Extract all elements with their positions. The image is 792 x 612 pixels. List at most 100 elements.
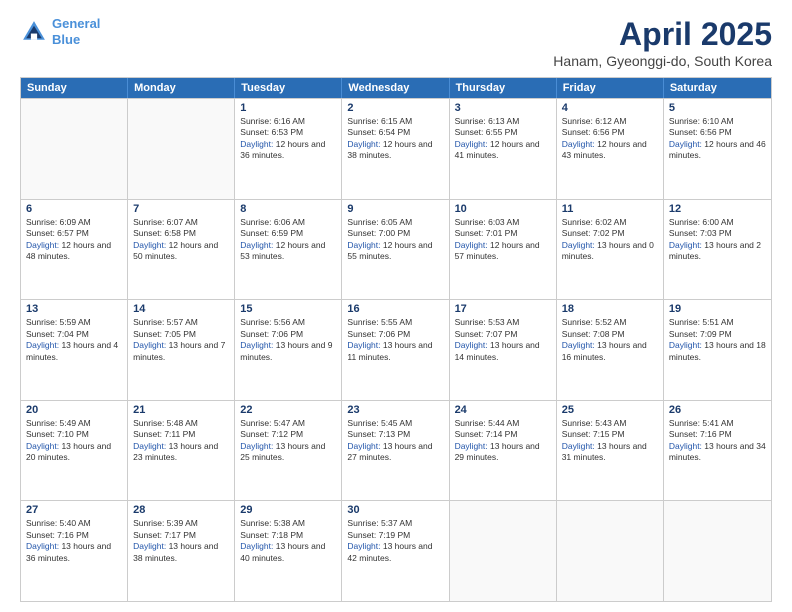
day-number: 14: [133, 303, 229, 315]
cell-info: Sunrise: 5:55 AMSunset: 7:06 PMDaylight:…: [347, 317, 443, 363]
calendar-cell: 16Sunrise: 5:55 AMSunset: 7:06 PMDayligh…: [342, 300, 449, 400]
day-number: 3: [455, 102, 551, 114]
calendar-cell: 5Sunrise: 6:10 AMSunset: 6:56 PMDaylight…: [664, 99, 771, 199]
day-number: 7: [133, 203, 229, 215]
calendar-body: 1 Sunrise: 6:16 AMSunset: 6:53 PMDaylight…: [21, 98, 771, 601]
weekday-header-sunday: Sunday: [21, 78, 128, 98]
cell-info: Sunrise: 6:07 AMSunset: 6:58 PMDaylight:…: [133, 217, 229, 263]
cell-info: Sunrise: 5:45 AMSunset: 7:13 PMDaylight:…: [347, 418, 443, 464]
calendar-cell: 29 Sunrise: 5:38 AMSunset: 7:18 PMDayligh…: [235, 501, 342, 601]
cell-info: Sunrise: 5:40 AMSunset: 7:16 PMDaylight:…: [26, 518, 122, 564]
cell-info: Sunrise: 5:48 AMSunset: 7:11 PMDaylight:…: [133, 418, 229, 464]
calendar-row-1: 1 Sunrise: 6:16 AMSunset: 6:53 PMDaylight…: [21, 98, 771, 199]
day-number: 13: [26, 303, 122, 315]
daylight-label: Daylight:: [26, 240, 59, 250]
daylight-label: Daylight:: [347, 441, 380, 451]
calendar-cell: 27 Sunrise: 5:40 AMSunset: 7:16 PMDayligh…: [21, 501, 128, 601]
daylight-label: Daylight:: [240, 240, 273, 250]
calendar-cell: 6Sunrise: 6:09 AMSunset: 6:57 PMDaylight…: [21, 200, 128, 300]
day-number: 22: [240, 404, 336, 416]
daylight-label: Daylight:: [26, 441, 59, 451]
calendar-cell: 22Sunrise: 5:47 AMSunset: 7:12 PMDayligh…: [235, 401, 342, 501]
cell-info: Sunrise: 6:10 AMSunset: 6:56 PMDaylight:…: [669, 116, 766, 162]
daylight-label: Daylight:: [240, 139, 273, 149]
daylight-label: Daylight:: [133, 240, 166, 250]
calendar-cell: 12Sunrise: 6:00 AMSunset: 7:03 PMDayligh…: [664, 200, 771, 300]
month-title: April 2025: [553, 16, 772, 53]
daylight-label: Daylight:: [455, 139, 488, 149]
day-number: 1: [240, 102, 336, 114]
logo-general: General: [52, 16, 100, 31]
day-number: 4: [562, 102, 658, 114]
calendar-cell: 15Sunrise: 5:56 AMSunset: 7:06 PMDayligh…: [235, 300, 342, 400]
day-number: 17: [455, 303, 551, 315]
daylight-label: Daylight:: [562, 240, 595, 250]
daylight-label: Daylight:: [669, 139, 702, 149]
calendar-cell: [664, 501, 771, 601]
daylight-label: Daylight:: [455, 240, 488, 250]
calendar-cell: [128, 99, 235, 199]
cell-info: Sunrise: 5:52 AMSunset: 7:08 PMDaylight:…: [562, 317, 658, 363]
day-number: 23: [347, 404, 443, 416]
cell-info: Sunrise: 6:06 AMSunset: 6:59 PMDaylight:…: [240, 217, 336, 263]
daylight-label: Daylight:: [562, 441, 595, 451]
calendar-cell: 28Sunrise: 5:39 AMSunset: 7:17 PMDayligh…: [128, 501, 235, 601]
day-number: 11: [562, 203, 658, 215]
cell-info: Sunrise: 5:41 AMSunset: 7:16 PMDaylight:…: [669, 418, 766, 464]
daylight-label: Daylight:: [133, 340, 166, 350]
calendar-cell: 13Sunrise: 5:59 AMSunset: 7:04 PMDayligh…: [21, 300, 128, 400]
cell-info: Sunrise: 5:51 AMSunset: 7:09 PMDaylight:…: [669, 317, 766, 363]
calendar-cell: 17 Sunrise: 5:53 AMSunset: 7:07 PMDayligh…: [450, 300, 557, 400]
calendar-cell: 23 Sunrise: 5:45 AMSunset: 7:13 PMDayligh…: [342, 401, 449, 501]
calendar-cell: 1 Sunrise: 6:16 AMSunset: 6:53 PMDaylight…: [235, 99, 342, 199]
day-number: 21: [133, 404, 229, 416]
day-number: 30: [347, 504, 443, 516]
day-number: 26: [669, 404, 766, 416]
day-number: 25: [562, 404, 658, 416]
cell-info: Sunrise: 5:38 AMSunset: 7:18 PMDaylight:…: [240, 518, 336, 564]
logo-text: General Blue: [52, 16, 100, 47]
weekday-header-saturday: Saturday: [664, 78, 771, 98]
cell-info: Sunrise: 5:37 AMSunset: 7:19 PMDaylight:…: [347, 518, 443, 564]
calendar-cell: 10 Sunrise: 6:03 AMSunset: 7:01 PMDayligh…: [450, 200, 557, 300]
cell-info: Sunrise: 5:56 AMSunset: 7:06 PMDaylight:…: [240, 317, 336, 363]
calendar-cell: [450, 501, 557, 601]
calendar-cell: 21 Sunrise: 5:48 AMSunset: 7:11 PMDayligh…: [128, 401, 235, 501]
daylight-label: Daylight:: [347, 139, 380, 149]
calendar-cell: 9Sunrise: 6:05 AMSunset: 7:00 PMDaylight…: [342, 200, 449, 300]
calendar: SundayMondayTuesdayWednesdayThursdayFrid…: [20, 77, 772, 602]
daylight-label: Daylight:: [562, 139, 595, 149]
calendar-cell: 18Sunrise: 5:52 AMSunset: 7:08 PMDayligh…: [557, 300, 664, 400]
calendar-row-4: 20Sunrise: 5:49 AMSunset: 7:10 PMDayligh…: [21, 400, 771, 501]
cell-info: Sunrise: 5:53 AMSunset: 7:07 PMDaylight:…: [455, 317, 551, 363]
day-number: 6: [26, 203, 122, 215]
cell-info: Sunrise: 6:02 AMSunset: 7:02 PMDaylight:…: [562, 217, 658, 263]
calendar-cell: 25Sunrise: 5:43 AMSunset: 7:15 PMDayligh…: [557, 401, 664, 501]
cell-info: Sunrise: 6:13 AMSunset: 6:55 PMDaylight:…: [455, 116, 551, 162]
calendar-row-5: 27 Sunrise: 5:40 AMSunset: 7:16 PMDayligh…: [21, 500, 771, 601]
calendar-cell: [21, 99, 128, 199]
logo-blue: Blue: [52, 32, 80, 47]
calendar-cell: 8Sunrise: 6:06 AMSunset: 6:59 PMDaylight…: [235, 200, 342, 300]
day-number: 29: [240, 504, 336, 516]
cell-info: Sunrise: 6:16 AMSunset: 6:53 PMDaylight:…: [240, 116, 336, 162]
weekday-header-tuesday: Tuesday: [235, 78, 342, 98]
cell-info: Sunrise: 6:15 AMSunset: 6:54 PMDaylight:…: [347, 116, 443, 162]
day-number: 27: [26, 504, 122, 516]
calendar-cell: 24Sunrise: 5:44 AMSunset: 7:14 PMDayligh…: [450, 401, 557, 501]
page: General Blue April 2025 Hanam, Gyeonggi-…: [0, 0, 792, 612]
daylight-label: Daylight:: [133, 441, 166, 451]
calendar-cell: 26 Sunrise: 5:41 AMSunset: 7:16 PMDayligh…: [664, 401, 771, 501]
day-number: 10: [455, 203, 551, 215]
daylight-label: Daylight:: [455, 441, 488, 451]
cell-info: Sunrise: 6:03 AMSunset: 7:01 PMDaylight:…: [455, 217, 551, 263]
cell-info: Sunrise: 5:44 AMSunset: 7:14 PMDaylight:…: [455, 418, 551, 464]
weekday-header-thursday: Thursday: [450, 78, 557, 98]
day-number: 19: [669, 303, 766, 315]
calendar-cell: 7 Sunrise: 6:07 AMSunset: 6:58 PMDaylight…: [128, 200, 235, 300]
daylight-label: Daylight:: [669, 240, 702, 250]
day-number: 2: [347, 102, 443, 114]
daylight-label: Daylight:: [133, 541, 166, 551]
logo: General Blue: [20, 16, 100, 47]
daylight-label: Daylight:: [347, 340, 380, 350]
